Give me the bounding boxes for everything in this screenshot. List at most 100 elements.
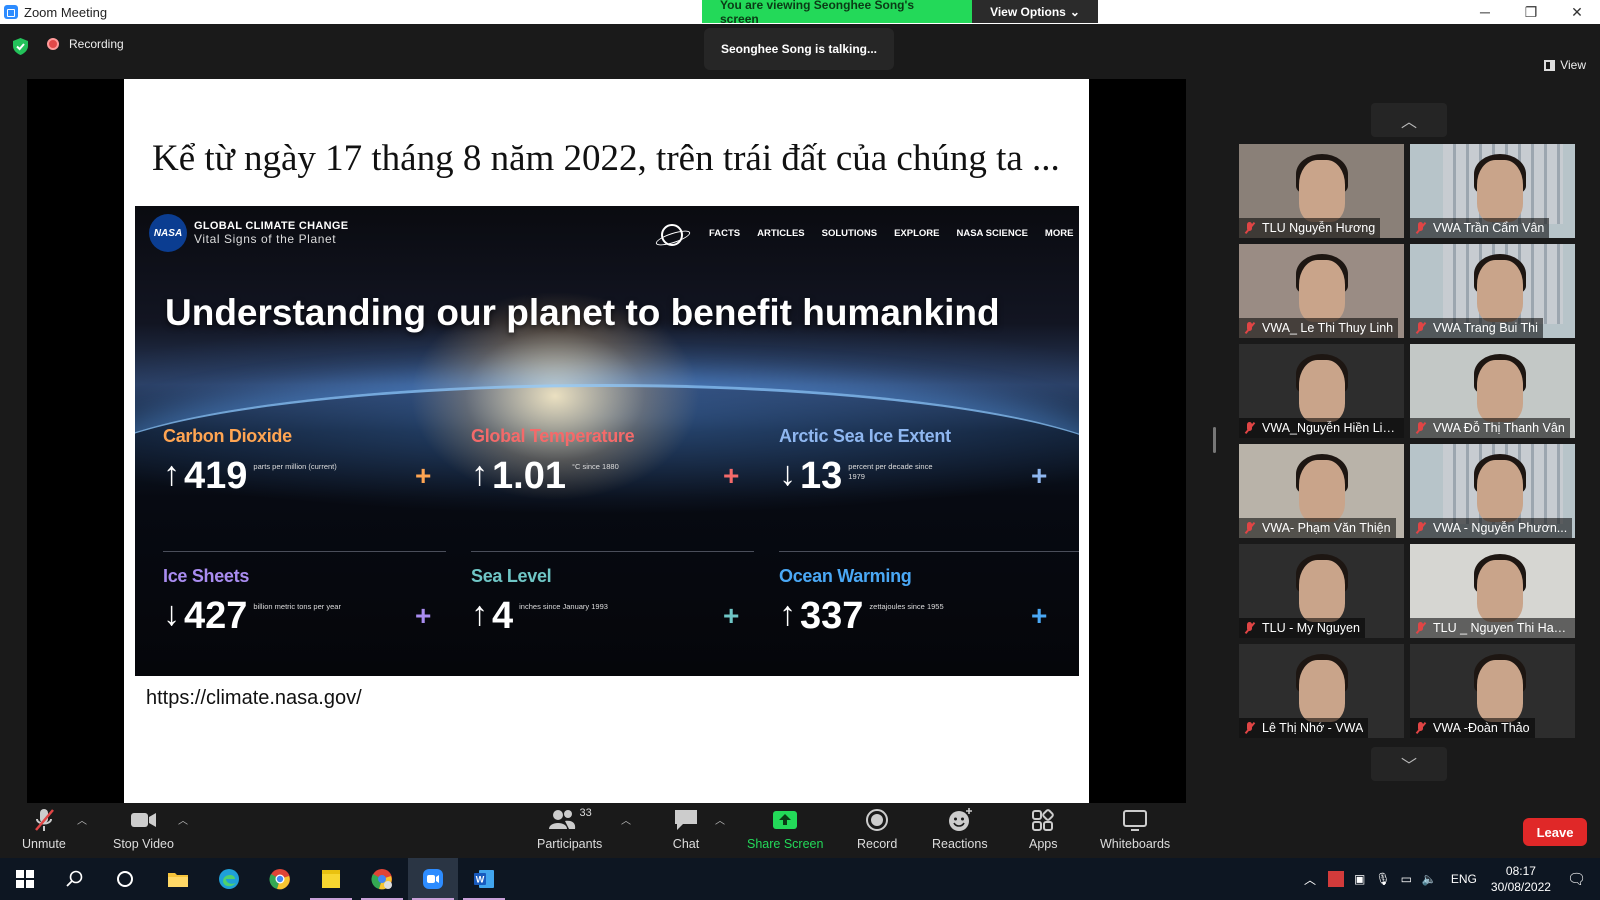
participant-face (1477, 360, 1523, 422)
clock-date: 30/08/2022 (1490, 880, 1551, 894)
taskbar-sticky-notes[interactable] (306, 858, 356, 900)
zoom-app-icon (423, 869, 443, 889)
nasa-menu-item: ARTICLES (757, 228, 805, 239)
clock[interactable]: 08:17 30/08/2022 (1491, 863, 1551, 895)
share-screen-button[interactable]: Share Screen (747, 807, 823, 851)
metric-name: Ocean Warming (779, 566, 912, 586)
nasa-menu-item: MORE (1044, 228, 1074, 239)
chat-bubble-icon (675, 810, 697, 830)
notifications-icon[interactable]: 🗨 (1567, 870, 1586, 888)
metric-unit: parts per million (current) (253, 462, 337, 471)
sticky-notes-icon (322, 870, 340, 888)
mic-muted-icon (1413, 721, 1429, 735)
apps-button[interactable]: Apps (1029, 807, 1058, 851)
windows-start-button[interactable] (0, 858, 50, 900)
window-controls: ─ ❐ ✕ (1462, 0, 1600, 24)
nasa-menu-item: EXPLORE (894, 228, 940, 239)
unmute-label: Unmute (22, 837, 66, 851)
leave-button[interactable]: Leave (1523, 818, 1587, 846)
security-shield-icon[interactable] (13, 38, 28, 55)
view-button[interactable]: View (1544, 58, 1586, 72)
metric-divider (163, 551, 446, 552)
chat-button[interactable]: Chat (672, 807, 700, 851)
whiteboards-button[interactable]: Whiteboards (1100, 807, 1170, 851)
metric-value-group: ↓ 13 percent per decade since 1979 (779, 454, 948, 498)
metric-value: 13 (800, 455, 843, 497)
meeting-tray-icon[interactable]: ▣ (1354, 872, 1365, 886)
participant-face (1299, 660, 1345, 722)
reactions-button[interactable]: Reactions (932, 807, 988, 851)
panel-resize-handle[interactable] (1213, 427, 1216, 453)
gallery-page-up-button[interactable]: ︿ (1371, 103, 1447, 137)
chat-options-caret[interactable]: ︿ (715, 812, 725, 827)
search-icon (66, 870, 83, 887)
participant-tile[interactable]: VWA- Phạm Văn Thiện (1239, 444, 1404, 538)
mic-muted-icon (1242, 521, 1258, 535)
view-options-label: View Options (990, 4, 1066, 19)
participant-tile[interactable]: VWA - Nguyễn Phươn... (1410, 444, 1575, 538)
antivirus-icon[interactable] (1328, 871, 1344, 887)
participant-tile[interactable]: Lê Thị Nhớ - VWA (1239, 644, 1404, 738)
view-options-button[interactable]: View Options ⌄ (972, 0, 1098, 23)
participant-tile[interactable]: TLU - My Nguyen (1239, 544, 1404, 638)
metric-value: 419 (184, 455, 248, 497)
record-button[interactable]: Record (857, 807, 897, 851)
participant-tile[interactable]: VWA Trần Cẩm Vân (1410, 144, 1575, 238)
participant-tile[interactable]: VWA Đỗ Thị Thanh Vân (1410, 344, 1575, 438)
participants-button[interactable]: 33 Participants (537, 807, 602, 851)
participant-name: VWA - Nguyễn Phươn... (1433, 521, 1568, 535)
nasa-brand: GLOBAL CLIMATE CHANGE Vital Signs of the… (194, 220, 348, 246)
participant-tile[interactable]: VWA Trang Bui Thi (1410, 244, 1575, 338)
cortana-button[interactable] (100, 858, 150, 900)
close-button[interactable]: ✕ (1554, 0, 1600, 24)
participant-name: TLU _ Nguyen Thi Han... (1433, 621, 1570, 635)
participant-face (1477, 660, 1523, 722)
taskbar-chrome[interactable] (255, 858, 305, 900)
reactions-label: Reactions (932, 837, 988, 851)
minimize-button[interactable]: ─ (1462, 0, 1508, 24)
plus-icon: + (723, 600, 740, 631)
metric-value: 337 (800, 595, 864, 637)
shared-slide: Kể từ ngày 17 tháng 8 năm 2022, trên trá… (124, 79, 1089, 803)
arrow-down-icon: ↓ (163, 595, 180, 633)
mic-muted-icon (1413, 421, 1429, 435)
search-button[interactable] (50, 858, 100, 900)
recording-indicator[interactable]: Recording (47, 37, 124, 51)
meeting-toolbar: Unmute ︿ Stop Video ︿ 33 Participants ︿ … (0, 803, 1600, 858)
taskbar-zoom[interactable] (408, 858, 458, 900)
microphone-icon[interactable]: 🎙 (1375, 872, 1390, 886)
taskbar-chrome-profile[interactable] (357, 858, 407, 900)
svg-text:W: W (476, 875, 485, 885)
taskbar-file-explorer[interactable] (153, 858, 203, 900)
participant-face (1477, 460, 1523, 522)
arrow-up-icon: ↑ (779, 595, 796, 633)
share-screen-icon (773, 811, 798, 829)
audio-options-caret[interactable]: ︿ (77, 812, 87, 827)
taskbar-edge[interactable] (204, 858, 254, 900)
taskbar-word[interactable]: W (459, 858, 509, 900)
network-icon[interactable]: ▭ (1401, 872, 1412, 886)
participant-tile[interactable]: TLU Nguyễn Hương (1239, 144, 1404, 238)
stop-video-button[interactable]: Stop Video (113, 807, 174, 851)
language-indicator[interactable]: ENG (1451, 872, 1477, 886)
unmute-button[interactable]: Unmute (22, 807, 66, 851)
nasa-menu-item: FACTS (709, 228, 741, 239)
volume-icon[interactable]: 🔈 (1422, 872, 1437, 886)
tray-expand-chevron-icon[interactable]: ︿ (1304, 871, 1316, 888)
metric-divider (779, 551, 1079, 552)
participant-tile[interactable]: VWA -Đoàn Thảo (1410, 644, 1575, 738)
window-title: Zoom Meeting (24, 4, 108, 20)
restore-button[interactable]: ❐ (1508, 0, 1554, 24)
nasa-menu-item: SOLUTIONS (821, 228, 878, 239)
gallery-page-down-button[interactable]: ﹀ (1371, 747, 1447, 781)
folder-icon (168, 873, 188, 887)
nasa-menu: FACTS ARTICLES SOLUTIONS EXPLORE NASA SC… (709, 228, 1079, 239)
participant-tile[interactable]: TLU _ Nguyen Thi Han... (1410, 544, 1575, 638)
metric-value-group: ↓ 427 billion metric tons per year (163, 594, 353, 638)
video-options-caret[interactable]: ︿ (178, 812, 188, 827)
participant-tile[interactable]: VWA_ Le Thi Thuy Linh (1239, 244, 1404, 338)
mic-muted-icon (1413, 221, 1429, 235)
mic-muted-icon (1242, 621, 1258, 635)
participants-options-caret[interactable]: ︿ (621, 812, 631, 827)
participant-tile[interactable]: VWA_Nguyễn Hiền Lin... (1239, 344, 1404, 438)
